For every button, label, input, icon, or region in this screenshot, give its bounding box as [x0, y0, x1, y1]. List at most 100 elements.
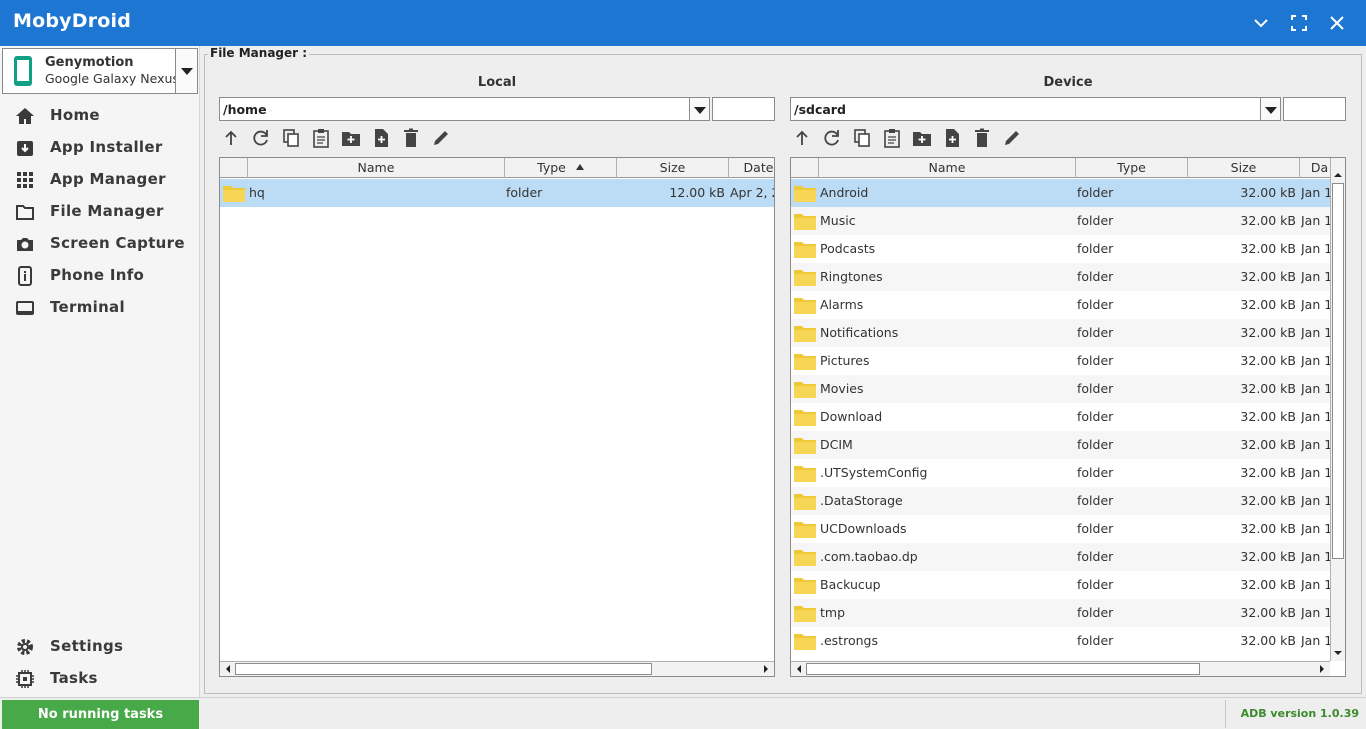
sidebar-item-tasks[interactable]: Tasks — [0, 664, 199, 694]
rename-icon[interactable] — [430, 127, 452, 149]
folder-icon — [793, 631, 817, 651]
paste-icon[interactable] — [881, 127, 903, 149]
chevron-down-icon[interactable] — [689, 97, 710, 121]
new-folder-icon[interactable] — [911, 127, 933, 149]
table-row[interactable]: .DataStorage folder 32.00 kB Jan 1 — [791, 487, 1331, 515]
sidebar-item-file-manager[interactable]: File Manager — [0, 197, 199, 227]
scroll-thumb[interactable] — [1332, 183, 1344, 559]
table-row[interactable]: tmp folder 32.00 kB Jan 1 — [791, 599, 1331, 627]
table-row[interactable]: .estrongs folder 32.00 kB Jan 1 — [791, 627, 1331, 655]
column-header-icon[interactable] — [220, 158, 248, 178]
cell-date: Jan 1 — [1301, 633, 1331, 648]
paste-icon[interactable] — [310, 127, 332, 149]
sidebar-item-label: Phone Info — [50, 266, 145, 284]
sidebar-item-label: Screen Capture — [50, 234, 185, 252]
column-header-type[interactable]: Type — [505, 158, 617, 178]
sidebar-item-terminal[interactable]: Terminal — [0, 293, 199, 323]
local-title: Local — [477, 75, 517, 90]
cell-date: Jan 1 — [1301, 241, 1331, 256]
sidebar-item-app-manager[interactable]: App Manager — [0, 165, 199, 195]
table-row[interactable]: .UTSystemConfig folder 32.00 kB Jan 1 — [791, 459, 1331, 487]
cell-size: 32.00 kB — [1240, 465, 1296, 480]
cell-name: Ringtones — [820, 269, 883, 284]
table-row[interactable]: Android folder 32.00 kB Jan 1 — [791, 179, 1331, 207]
scroll-right-icon[interactable] — [1315, 662, 1329, 676]
info-icon — [15, 266, 35, 286]
cell-date: Jan 1 — [1301, 605, 1331, 620]
local-path-input[interactable] — [220, 98, 690, 120]
scroll-right-icon[interactable] — [759, 662, 773, 676]
delete-icon[interactable] — [400, 127, 422, 149]
device-horizontal-scrollbar[interactable] — [791, 661, 1330, 676]
column-header-date[interactable]: Date — [729, 158, 774, 178]
close-icon[interactable] — [1325, 11, 1349, 35]
table-row[interactable]: .com.taobao.dp folder 32.00 kB Jan 1 — [791, 543, 1331, 571]
cell-date: Jan 1 — [1301, 381, 1331, 396]
table-row[interactable]: Ringtones folder 32.00 kB Jan 1 — [791, 263, 1331, 291]
cell-name: .com.taobao.dp — [820, 549, 918, 564]
scroll-down-icon[interactable] — [1331, 646, 1345, 660]
device-file-table: Name Type Size Da Android folder 32.00 kB J… — [790, 157, 1346, 677]
rename-icon[interactable] — [1001, 127, 1023, 149]
maximize-icon[interactable] — [1287, 11, 1311, 35]
table-row[interactable]: Backucup folder 32.00 kB Jan 1 — [791, 571, 1331, 599]
table-row[interactable]: Pictures folder 32.00 kB Jan 1 — [791, 347, 1331, 375]
up-arrow-icon[interactable] — [220, 127, 242, 149]
delete-icon[interactable] — [971, 127, 993, 149]
sidebar-item-phone-info[interactable]: Phone Info — [0, 261, 199, 291]
cell-date: Jan 1 — [1301, 409, 1331, 424]
grid-icon — [15, 170, 35, 190]
sidebar-item-home[interactable]: Home — [0, 101, 199, 131]
column-header-name[interactable]: Name — [248, 158, 505, 178]
sidebar-item-app-installer[interactable]: App Installer — [0, 133, 199, 163]
device-vertical-scrollbar[interactable] — [1330, 158, 1345, 661]
table-row[interactable]: hq folder 12.00 kB Apr 2, 2 — [220, 179, 774, 207]
device-filter-input[interactable] — [1283, 97, 1346, 121]
table-row[interactable]: DCIM folder 32.00 kB Jan 1 — [791, 431, 1331, 459]
copy-icon[interactable] — [280, 127, 302, 149]
local-horizontal-scrollbar[interactable] — [220, 661, 774, 676]
scroll-up-icon[interactable] — [1331, 168, 1345, 182]
minimize-icon[interactable] — [1249, 11, 1273, 35]
scroll-left-icon[interactable] — [221, 662, 235, 676]
cell-size: 32.00 kB — [1240, 213, 1296, 228]
chevron-down-icon[interactable] — [175, 49, 197, 93]
tasks-status-badge[interactable]: No running tasks — [2, 700, 199, 729]
table-row[interactable]: UCDownloads folder 32.00 kB Jan 1 — [791, 515, 1331, 543]
up-arrow-icon[interactable] — [791, 127, 813, 149]
folder-icon — [793, 435, 817, 455]
scroll-thumb[interactable] — [806, 663, 1200, 675]
new-file-icon[interactable] — [941, 127, 963, 149]
table-row[interactable]: Movies folder 32.00 kB Jan 1 — [791, 375, 1331, 403]
table-row[interactable]: Alarms folder 32.00 kB Jan 1 — [791, 291, 1331, 319]
sidebar-item-screen-capture[interactable]: Screen Capture — [0, 229, 199, 259]
table-row[interactable]: Download folder 32.00 kB Jan 1 — [791, 403, 1331, 431]
cell-date: Jan 1 — [1301, 549, 1331, 564]
new-file-icon[interactable] — [370, 127, 392, 149]
device-path-field[interactable] — [790, 97, 1262, 121]
local-path-field[interactable] — [219, 97, 691, 121]
refresh-icon[interactable] — [250, 127, 272, 149]
camera-icon — [15, 234, 35, 254]
scroll-thumb[interactable] — [235, 663, 652, 675]
device-selector[interactable]: Genymotion Google Galaxy Nexus — [2, 48, 198, 94]
table-row[interactable]: Podcasts folder 32.00 kB Jan 1 — [791, 235, 1331, 263]
copy-icon[interactable] — [851, 127, 873, 149]
table-row[interactable]: Music folder 32.00 kB Jan 1 — [791, 207, 1331, 235]
local-filter-input[interactable] — [712, 97, 775, 121]
scroll-left-icon[interactable] — [792, 662, 806, 676]
column-header-size[interactable]: Size — [617, 158, 729, 178]
device-path-input[interactable] — [791, 98, 1261, 120]
new-folder-icon[interactable] — [340, 127, 362, 149]
chevron-down-icon[interactable] — [1260, 97, 1281, 121]
cell-type: folder — [1077, 297, 1114, 312]
refresh-icon[interactable] — [821, 127, 843, 149]
sidebar-item-settings[interactable]: Settings — [0, 632, 199, 662]
cell-name: Pictures — [820, 353, 870, 368]
file-manager-panel: File Manager : Local Name Type Size Date… — [200, 46, 1366, 697]
folder-icon — [793, 351, 817, 371]
cell-type: folder — [1077, 409, 1114, 424]
cell-type: folder — [1077, 353, 1114, 368]
table-row[interactable]: Notifications folder 32.00 kB Jan 1 — [791, 319, 1331, 347]
cell-name: hq — [249, 185, 265, 200]
